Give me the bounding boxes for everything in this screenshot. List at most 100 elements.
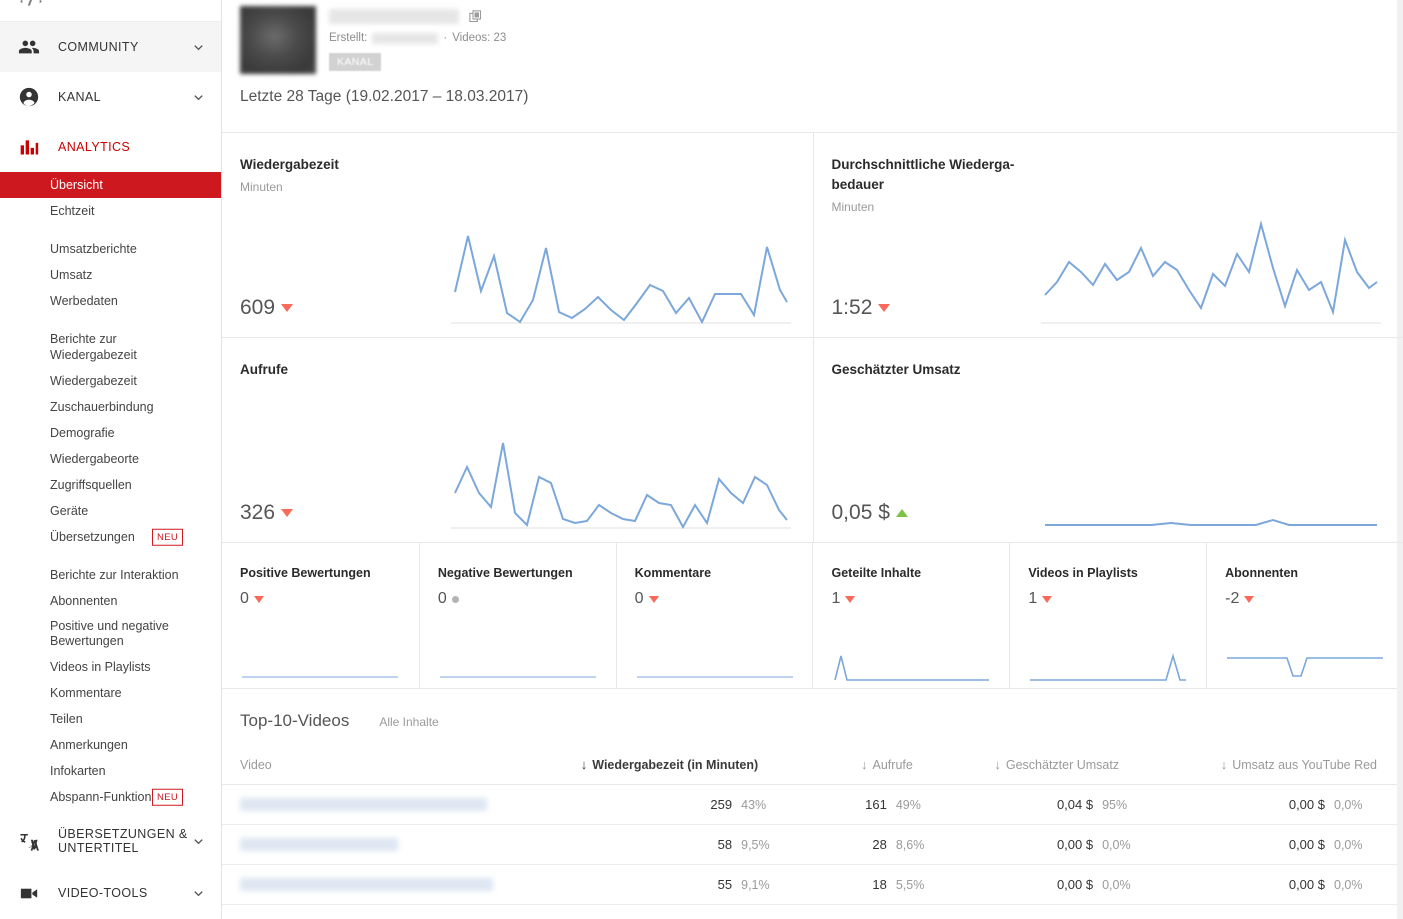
channel-type-badge: KANAL (329, 53, 382, 71)
watch-time-percent: 9,1% (741, 877, 770, 892)
sidebar-item-bewertungen[interactable]: Positive und negative Bewertungen (0, 614, 221, 654)
cell-red-revenue: 0,00 $ 0,0% (1145, 824, 1403, 865)
sparkline-umsatz (1045, 518, 1377, 526)
copy-icon[interactable] (468, 9, 483, 24)
date-range-label[interactable]: Letzte 28 Tage (19.02.2017 – 18.03.2017) (240, 88, 1403, 106)
cell-video-title[interactable] (222, 784, 578, 825)
sidebar-item-label: KANAL (58, 90, 101, 104)
column-label: Umsatz aus YouTube Red (1232, 758, 1377, 772)
sort-down-icon: ↓ (994, 757, 1001, 772)
sidebar-item-umsatz[interactable]: Umsatz (0, 262, 221, 288)
metric-value: 0 (240, 590, 249, 607)
sidebar-item-teilen[interactable]: Teilen (0, 706, 221, 732)
column-header-watch-time[interactable]: ↓ Wiedergabezeit (in Minuten) (577, 757, 785, 785)
sidebar-item-uebersetzungen[interactable]: Übersetzungen NEU (0, 524, 221, 550)
channel-name-row (329, 9, 506, 24)
chevron-down-icon[interactable] (189, 88, 207, 106)
watch-time-percent: 9,5% (741, 837, 770, 852)
sidebar-item-wiedergabeorte[interactable]: Wiedergabeorte (0, 446, 221, 472)
metric-card-geschaetzter-umsatz[interactable]: Geschätzter Umsatz 0,05 $ (812, 338, 1403, 543)
metric-card-videos-in-playlists[interactable]: Videos in Playlists 1 (1009, 543, 1206, 688)
sparkline-videos-in-playlists (1030, 653, 1187, 681)
sidebar-item-videos-playlists[interactable]: Videos in Playlists (0, 654, 221, 680)
column-label: Geschätzter Umsatz (1005, 758, 1120, 772)
metric-card-aufrufe[interactable]: Aufrufe 326 (222, 338, 813, 543)
sidebar-item-zugriffsquellen[interactable]: Zugriffsquellen (0, 472, 221, 498)
revenue-percent: 0,0% (1102, 877, 1131, 892)
chevron-down-icon[interactable] (189, 832, 207, 850)
sidebar-item-kanal[interactable]: KANAL (0, 72, 221, 122)
revenue-value: 0,00 $ (1056, 837, 1094, 852)
sidebar-item-zuschauerbindung[interactable]: Zuschauerbindung (0, 394, 221, 420)
metric-card-positive-bewertungen[interactable]: Positive Bewertungen 0 (222, 543, 419, 688)
cell-video-title[interactable] (222, 824, 578, 865)
column-header-views[interactable]: ↓ Aufrufe (784, 757, 939, 785)
sidebar-item-uebersicht[interactable]: Übersicht (0, 172, 221, 198)
trend-down-icon (878, 304, 891, 312)
sidebar-item-infokarten[interactable]: Infokarten (0, 758, 221, 784)
sidebar-item-berichte-interaktion[interactable]: Berichte zur Interaktion (0, 562, 221, 588)
sparkline-wiedergabezeit (450, 235, 791, 325)
metric-card-wiedergabezeit[interactable]: Wiedergabezeit Minuten 609 (222, 133, 813, 338)
watch-time-value: 58 (717, 837, 733, 852)
metric-value: 1 (831, 590, 841, 607)
sidebar-item-uebersetzungen-untertitel[interactable]: ÜBERSETZUNGEN & UNTERTITEL (0, 814, 221, 868)
sidebar-item-analytics[interactable]: ANALYTICS (0, 122, 221, 172)
sidebar-item-abspann-funktion[interactable]: Abspann-Funktion NEU (0, 784, 221, 810)
sidebar-item-video-tools[interactable]: VIDEO-TOOLS (0, 868, 221, 918)
column-header-video[interactable]: Video (222, 757, 578, 785)
metric-value: 0,05 $ (831, 501, 890, 524)
sidebar-item-community[interactable]: COMMUNITY (0, 22, 221, 72)
column-header-red-revenue[interactable]: ↓ Umsatz aus YouTube Red (1145, 757, 1403, 785)
table-row[interactable]: 259 43% 161 49% 0,04 $ 95% 0,00 $ 0,0% (222, 784, 1403, 825)
sidebar-item-anmerkungen[interactable]: Anmerkungen (0, 732, 221, 758)
metric-value-row: 1:52 (832, 296, 891, 320)
metric-card-abonnenten[interactable]: Abonnenten -2 (1206, 543, 1403, 688)
table-row[interactable]: 55 9,1% 18 5,5% 0,00 $ 0,0% 0,00 $ 0,0% (222, 864, 1403, 905)
metric-value: 0 (634, 590, 644, 607)
metric-card-geteilte-inhalte[interactable]: Geteilte Inhalte 1 (812, 543, 1009, 688)
sidebar-item-echtzeit[interactable]: Echtzeit (0, 198, 221, 224)
metric-title: Negative Bewertungen (437, 566, 573, 580)
content-filter[interactable]: Alle Inhalte (379, 715, 438, 729)
sidebar-item-label: Übersetzungen (50, 530, 135, 544)
top-videos-section: Top-10-Videos Alle Inhalte Video ↓ Wieder… (222, 689, 1403, 905)
sparkline-positive-bewertungen (242, 676, 398, 678)
red-revenue-percent: 0,0% (1334, 797, 1363, 812)
revenue-percent: 0,0% (1102, 837, 1131, 852)
metric-card-negative-bewertungen[interactable]: Negative Bewertungen 0 (418, 543, 616, 688)
watch-time-value: 259 (710, 797, 733, 812)
video-camera-icon (16, 880, 42, 906)
sidebar-item-wiedergabezeit[interactable]: Wiedergabezeit (0, 368, 221, 394)
people-icon (16, 34, 42, 60)
trend-flat-icon (451, 595, 459, 603)
table-row[interactable]: 58 9,5% 28 8,6% 0,00 $ 0,0% 0,00 $ 0,0% (222, 824, 1403, 865)
chevron-down-icon[interactable] (189, 38, 207, 56)
sidebar-item-abonnenten[interactable]: Abonnenten (0, 588, 221, 614)
trend-down-icon (648, 595, 659, 603)
column-header-revenue[interactable]: ↓ Geschätzter Umsatz (938, 757, 1146, 785)
channel-name-redacted (329, 9, 459, 24)
metric-title: Aufrufe (240, 362, 288, 377)
sidebar-item-werbedaten[interactable]: Werbedaten (0, 288, 221, 314)
metric-title: Kommentare (634, 566, 712, 580)
sparkline-kommentare (636, 676, 793, 678)
cell-video-title[interactable] (222, 864, 578, 905)
red-revenue-percent: 0,0% (1334, 877, 1363, 892)
sparkline-geteilte-inhalte (834, 655, 990, 681)
sidebar-item-demografie[interactable]: Demografie (0, 420, 221, 446)
sparkline-wiedergabedauer (1041, 220, 1381, 324)
trend-down-icon (1244, 595, 1255, 603)
chevron-down-icon[interactable] (189, 884, 207, 902)
sidebar-item-kommentare[interactable]: Kommentare (0, 680, 221, 706)
sidebar-item-berichte-wiedergabezeit[interactable]: Berichte zur Wiedergabezeit (0, 326, 221, 368)
sidebar-item-geraete[interactable]: Geräte (0, 498, 221, 524)
sidebar-item-umsatzberichte[interactable]: Umsatzberichte (0, 236, 221, 262)
sidebar-top-stub (0, 0, 221, 22)
metric-card-durchschnittliche-wiedergabedauer[interactable]: Durchschnittliche Wiederga-bedauer Minut… (812, 133, 1403, 338)
videos-count: Videos: 23 (452, 32, 507, 44)
trend-down-icon (281, 509, 294, 517)
metric-card-kommentare[interactable]: Kommentare 0 (615, 543, 813, 688)
metric-title: Geschätzter Umsatz (831, 362, 961, 377)
